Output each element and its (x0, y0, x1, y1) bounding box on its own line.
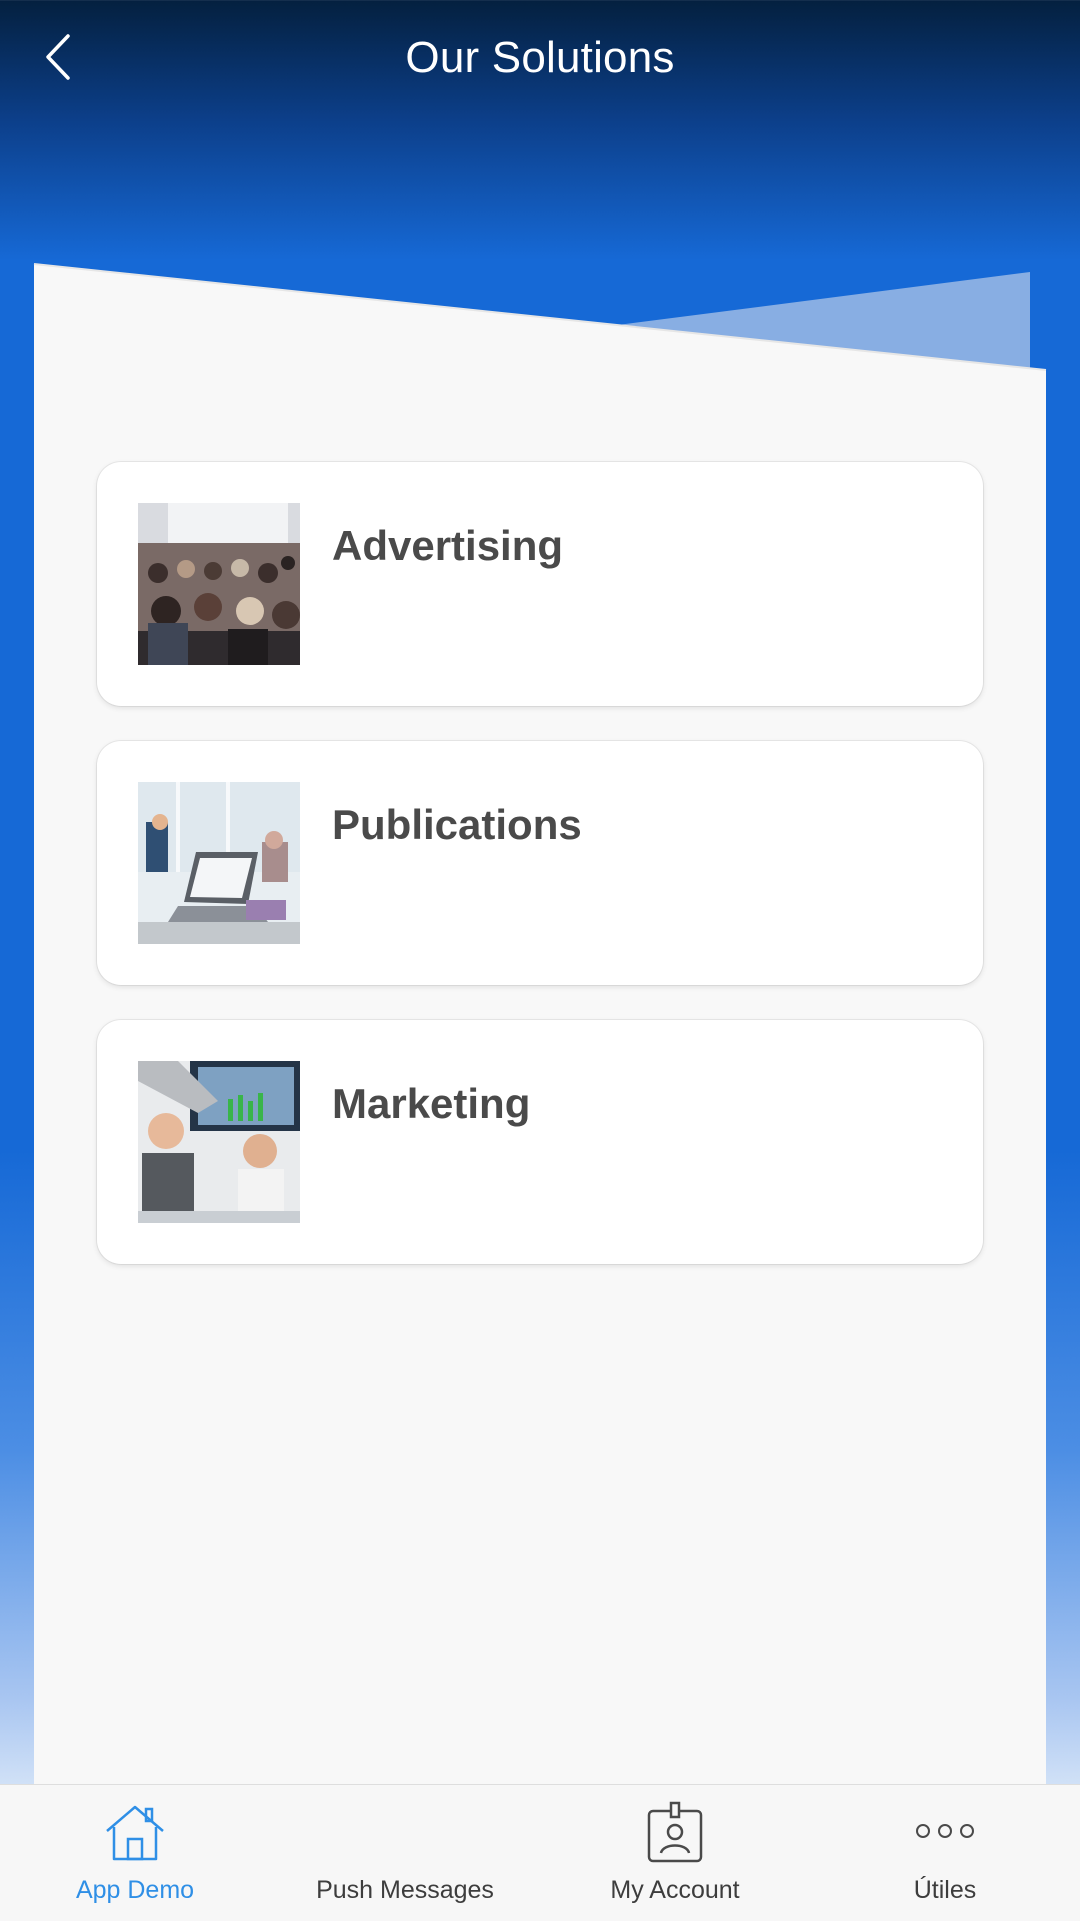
solution-card-marketing[interactable]: Marketing (97, 1020, 983, 1264)
solution-title: Publications (332, 801, 582, 848)
tab-label: My Account (610, 1876, 740, 1904)
tab-utiles[interactable]: Útiles (810, 1785, 1080, 1921)
tab-label: App Demo (75, 1876, 195, 1904)
tab-app-demo[interactable]: App Demo (0, 1785, 270, 1921)
publications-thumbnail (138, 782, 300, 944)
more-dots-icon (913, 1801, 977, 1865)
tab-label: Push Messages (316, 1876, 494, 1904)
id-badge-icon (643, 1801, 707, 1865)
home-icon (103, 1801, 167, 1865)
solution-title: Marketing (332, 1080, 531, 1127)
solution-card-advertising[interactable]: Advertising (97, 462, 983, 706)
tab-push-messages[interactable]: Push Messages (270, 1785, 540, 1921)
advertising-thumbnail (138, 503, 300, 665)
solution-card-publications[interactable]: Publications (97, 741, 983, 985)
solution-title: Advertising (332, 522, 564, 569)
bottom-tab-bar: App Demo Push Messages My Account Útiles (0, 1784, 1080, 1921)
page-title: Our Solutions (405, 33, 675, 82)
tab-label: Útiles (913, 1876, 977, 1904)
marketing-thumbnail (138, 1061, 300, 1223)
tab-my-account[interactable]: My Account (540, 1785, 810, 1921)
top-nav-bar: Our Solutions (0, 0, 1080, 116)
